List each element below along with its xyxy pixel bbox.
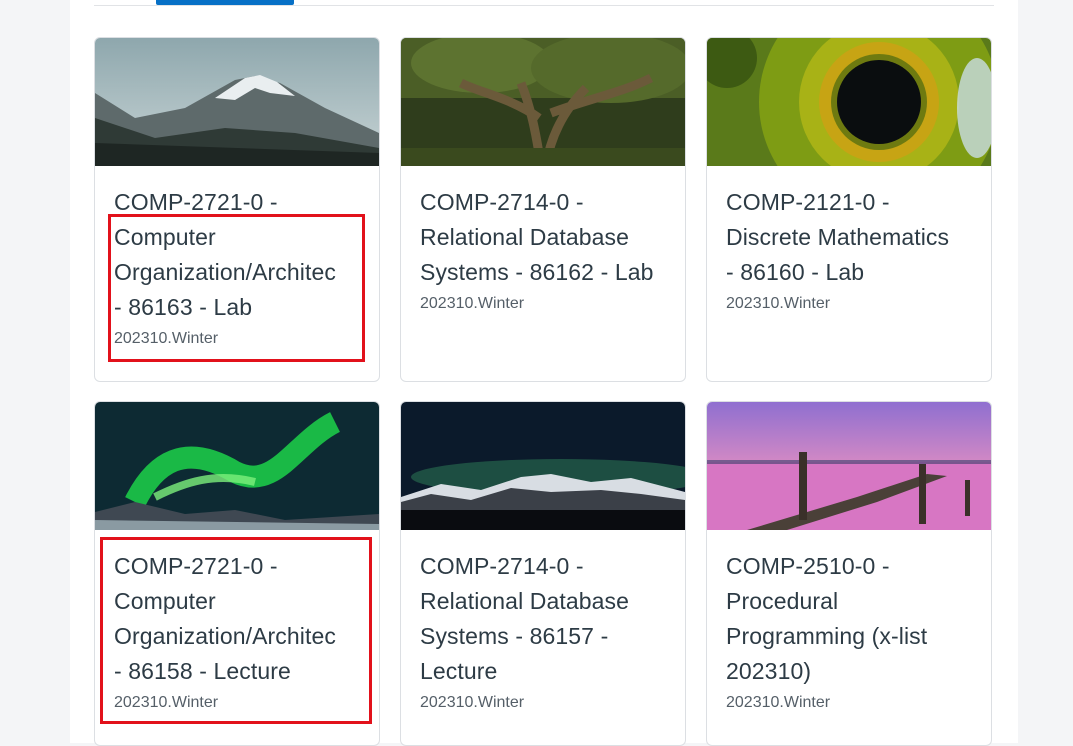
forest-tree-image [401, 38, 685, 166]
aurora-green-image [95, 402, 379, 530]
pier-sunset-image [707, 402, 991, 530]
active-tab-indicator[interactable] [156, 0, 294, 5]
tab-divider [94, 5, 994, 6]
course-term: 202310.Winter [114, 330, 219, 347]
course-title[interactable]: COMP-2721-0 - Computer Organization/Arch… [114, 185, 369, 325]
course-title[interactable]: COMP-2714-0 - Relational Database System… [420, 185, 675, 290]
course-title[interactable]: COMP-2121-0 - Discrete Mathematics - 861… [726, 185, 981, 290]
course-card[interactable]: COMP-2510-0 - Procedural Programming (x-… [706, 401, 992, 746]
course-card[interactable]: COMP-2121-0 - Discrete Mathematics - 861… [706, 37, 992, 382]
course-card[interactable]: COMP-2721-0 - Computer Organization/Arch… [94, 37, 380, 382]
mountain-peak-image [95, 38, 379, 166]
course-card[interactable]: COMP-2721-0 - Computer Organization/Arch… [94, 401, 380, 746]
aurora-mountains-image [401, 402, 685, 530]
course-term: 202310.Winter [114, 694, 219, 711]
course-card[interactable]: COMP-2714-0 - Relational Database System… [400, 401, 686, 746]
course-title[interactable]: COMP-2510-0 - Procedural Programming (x-… [726, 549, 981, 689]
course-title[interactable]: COMP-2714-0 - Relational Database System… [420, 549, 675, 689]
course-term: 202310.Winter [726, 295, 831, 312]
course-card[interactable]: COMP-2714-0 - Relational Database System… [400, 37, 686, 382]
course-term: 202310.Winter [420, 295, 525, 312]
course-term: 202310.Winter [420, 694, 525, 711]
course-title[interactable]: COMP-2721-0 - Computer Organization/Arch… [114, 549, 369, 689]
course-term: 202310.Winter [726, 694, 831, 711]
eye-iris-image [707, 38, 991, 166]
